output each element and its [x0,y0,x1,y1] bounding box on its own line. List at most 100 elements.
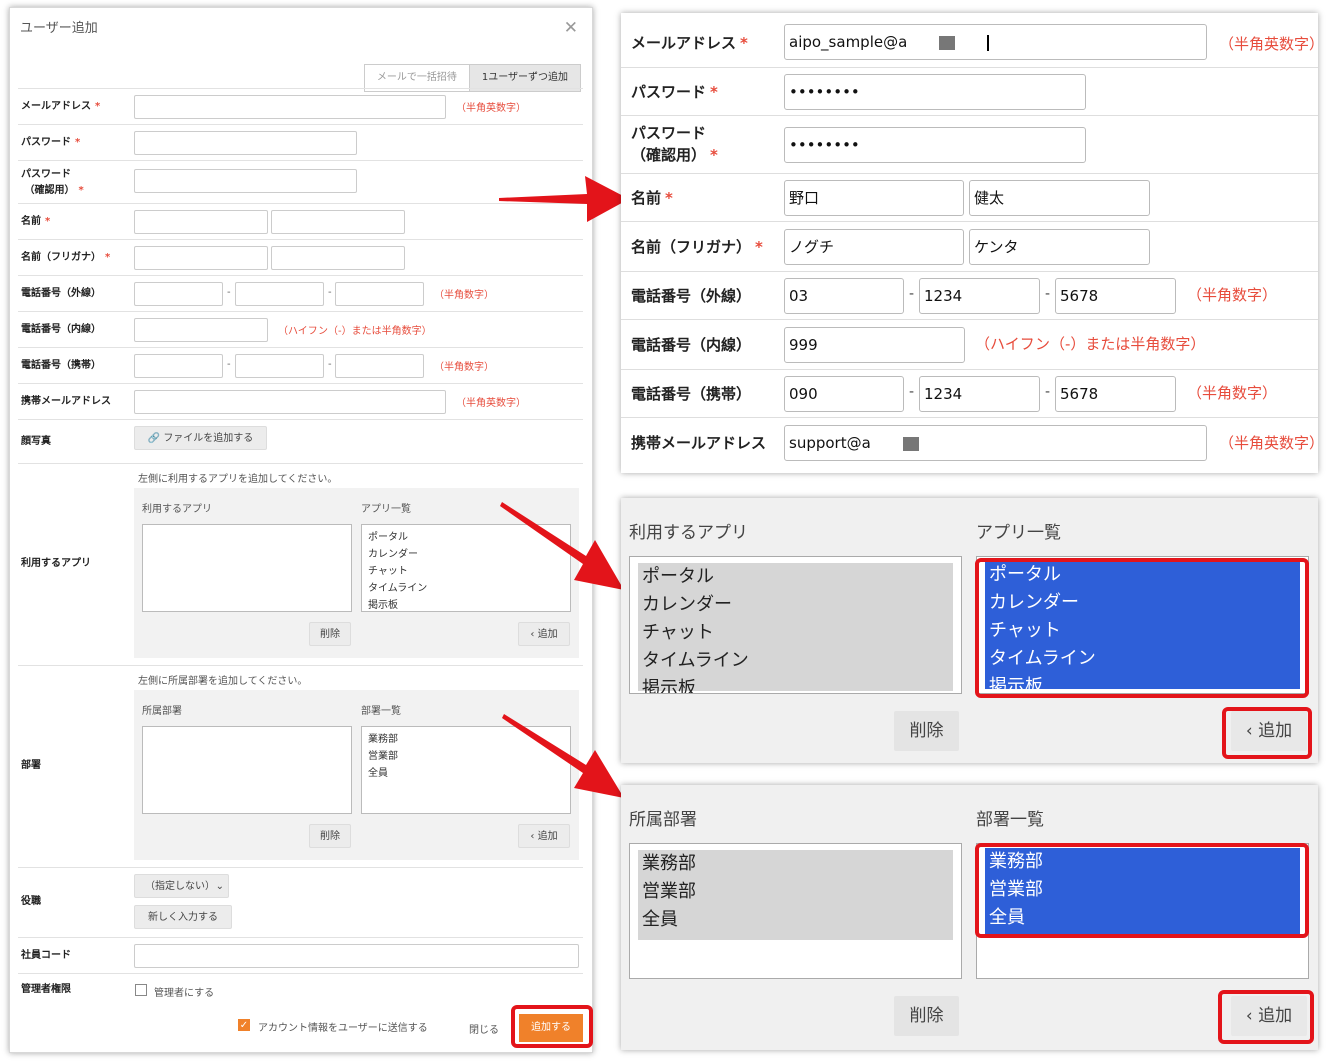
photo-row: 顔写真 🔗 ファイルを追加する [18,419,583,463]
list-item[interactable]: タイムライン [638,647,953,675]
admin-checkbox[interactable] [135,984,147,996]
highlight-box [1222,707,1312,759]
phone-ext-input-1[interactable] [134,282,223,306]
z-phone-mobile-input-3[interactable]: 5678 [1055,376,1176,412]
z-apps-delete-button[interactable]: 削除 [894,711,959,751]
dept-left-header: 所属部署 [142,706,182,717]
list-item[interactable]: ポータル [638,563,953,591]
arrow-icon [502,714,624,798]
phone-mobile-hint: （半角数字） [434,362,494,373]
list-item[interactable]: 全員 [638,906,953,934]
required-mark: * [710,146,718,164]
z-first-name-kana-input[interactable]: ケンタ [969,229,1150,265]
dash: - [909,384,915,400]
list-item[interactable]: カレンダー [638,591,953,619]
apps-right-header: アプリ一覧 [361,504,411,515]
phone-ext-input-2[interactable] [235,282,324,306]
z-mobile-email-value: support@a [789,434,871,452]
z-last-name-input[interactable]: 野口 [784,180,964,216]
employee-code-label: 社員コード [21,950,71,961]
z-phone-ext-label: 電話番号（外線） [631,287,752,305]
text-cursor [987,34,990,51]
required-mark: * [105,252,111,263]
z-password-confirm-label-1: パスワード [631,124,707,142]
phone-ext-input-3[interactable] [335,282,424,306]
dash: - [227,359,231,370]
mobile-email-input[interactable] [134,390,446,414]
z-password-input[interactable]: •••••••• [784,74,1086,110]
dept-delete-button[interactable]: 削除 [309,824,351,848]
z-last-name-kana-input[interactable]: ノグチ [784,229,964,265]
admin-row: 管理者権限 管理者にする [18,973,583,1003]
employee-code-row: 社員コード [18,937,583,973]
required-mark: * [95,101,101,112]
close-icon[interactable]: ✕ [564,18,578,38]
z-phone-mobile-input-2[interactable]: 1234 [919,376,1040,412]
z-first-name-input[interactable]: 健太 [969,180,1150,216]
z-name-label: 名前 [631,189,662,207]
password-input[interactable] [134,131,357,155]
dash: - [227,287,231,298]
z-mobile-email-row: 携帯メールアドレス support@a （半角英数字） [621,417,1324,467]
z-phone-ext-input-3[interactable]: 5678 [1055,278,1176,314]
dash: - [1045,384,1051,400]
add-file-button[interactable]: 🔗 ファイルを追加する [134,426,267,450]
list-item[interactable]: 掲示板 [638,675,953,693]
masked-block [902,436,919,451]
z-phone-mobile-input-1[interactable]: 090 [784,376,904,412]
add-file-label: ファイルを追加する [163,433,254,444]
selected-apps-list[interactable] [142,524,352,612]
phone-mobile-input-3[interactable] [335,354,424,378]
list-item[interactable]: チャット [638,619,953,647]
arrow-icon [499,176,629,222]
phone-in-input[interactable] [134,318,268,342]
z-phone-in-hint: （ハイフン（-）または半角数字） [975,335,1206,353]
z-mobile-email-input[interactable]: support@a [784,425,1207,461]
phone-ext-hint: （半角数字） [434,290,494,301]
last-name-kana-input[interactable] [134,246,268,270]
phone-mobile-input-1[interactable] [134,354,223,378]
z-email-input[interactable]: aipo_sample@a [784,24,1207,60]
z-selected-dept-list[interactable]: 業務部 営業部 全員 [629,843,962,979]
first-name-kana-input[interactable] [271,246,405,270]
last-name-input[interactable] [134,210,268,234]
new-position-button[interactable]: 新しく入力する [134,905,232,929]
z-phone-ext-input-2[interactable]: 1234 [919,278,1040,314]
z-password-confirm-label: パスワード （確認用） * [631,122,718,166]
email-input[interactable] [134,95,446,119]
z-selected-apps-list[interactable]: ポータル カレンダー チャット タイムライン 掲示板 [629,556,962,694]
password-confirm-input[interactable] [134,169,357,193]
position-select-value: （指定しない） [145,881,215,892]
z-phone-ext-input-1[interactable]: 03 [784,278,904,314]
zoom-form-panel: メールアドレス * aipo_sample@a （半角英数字） パスワード * ••… [621,13,1324,473]
z-apps-left-header: 利用するアプリ [629,523,748,543]
z-dept-delete-button[interactable]: 削除 [894,996,959,1036]
apps-add-button[interactable]: ‹ 追加 [518,622,570,646]
phone-mobile-input-2[interactable] [235,354,324,378]
required-mark: * [710,83,718,101]
z-phone-ext-hint: （半角数字） [1187,286,1278,304]
chevron-left-icon: ‹ [530,629,535,640]
z-password-confirm-label-2: （確認用） [631,146,707,164]
highlight-box [975,843,1309,938]
apps-delete-button[interactable]: 削除 [309,622,351,646]
name-kana-row: 名前（フリガナ） * [18,239,583,275]
z-phone-in-input[interactable]: 999 [784,327,965,363]
send-info-label: アカウント情報をユーザーに送信する [258,1023,428,1034]
password-row: パスワード * [18,124,583,160]
dept-row: 部署 左側に所属部署を追加してください。 所属部署 部署一覧 業務部 営業部 全… [18,665,583,867]
selected-dept-list[interactable] [142,726,352,814]
phone-mobile-row: 電話番号（携帯） - - （半角数字） [18,347,583,383]
close-button[interactable]: 閉じる [469,1021,499,1036]
position-select[interactable]: （指定しない） ⌄ [134,874,229,898]
z-password-confirm-input[interactable]: •••••••• [784,127,1086,163]
employee-code-input[interactable] [134,944,579,968]
list-item[interactable]: 掲示板 [362,597,570,611]
send-info-checkbox[interactable]: ✓ [238,1019,250,1031]
first-name-input[interactable] [271,210,405,234]
list-item[interactable]: 営業部 [638,878,953,906]
list-item[interactable]: 業務部 [638,850,953,878]
admin-label: 管理者権限 [21,984,71,995]
dash: - [328,287,332,298]
dept-add-button[interactable]: ‹ 追加 [518,824,570,848]
